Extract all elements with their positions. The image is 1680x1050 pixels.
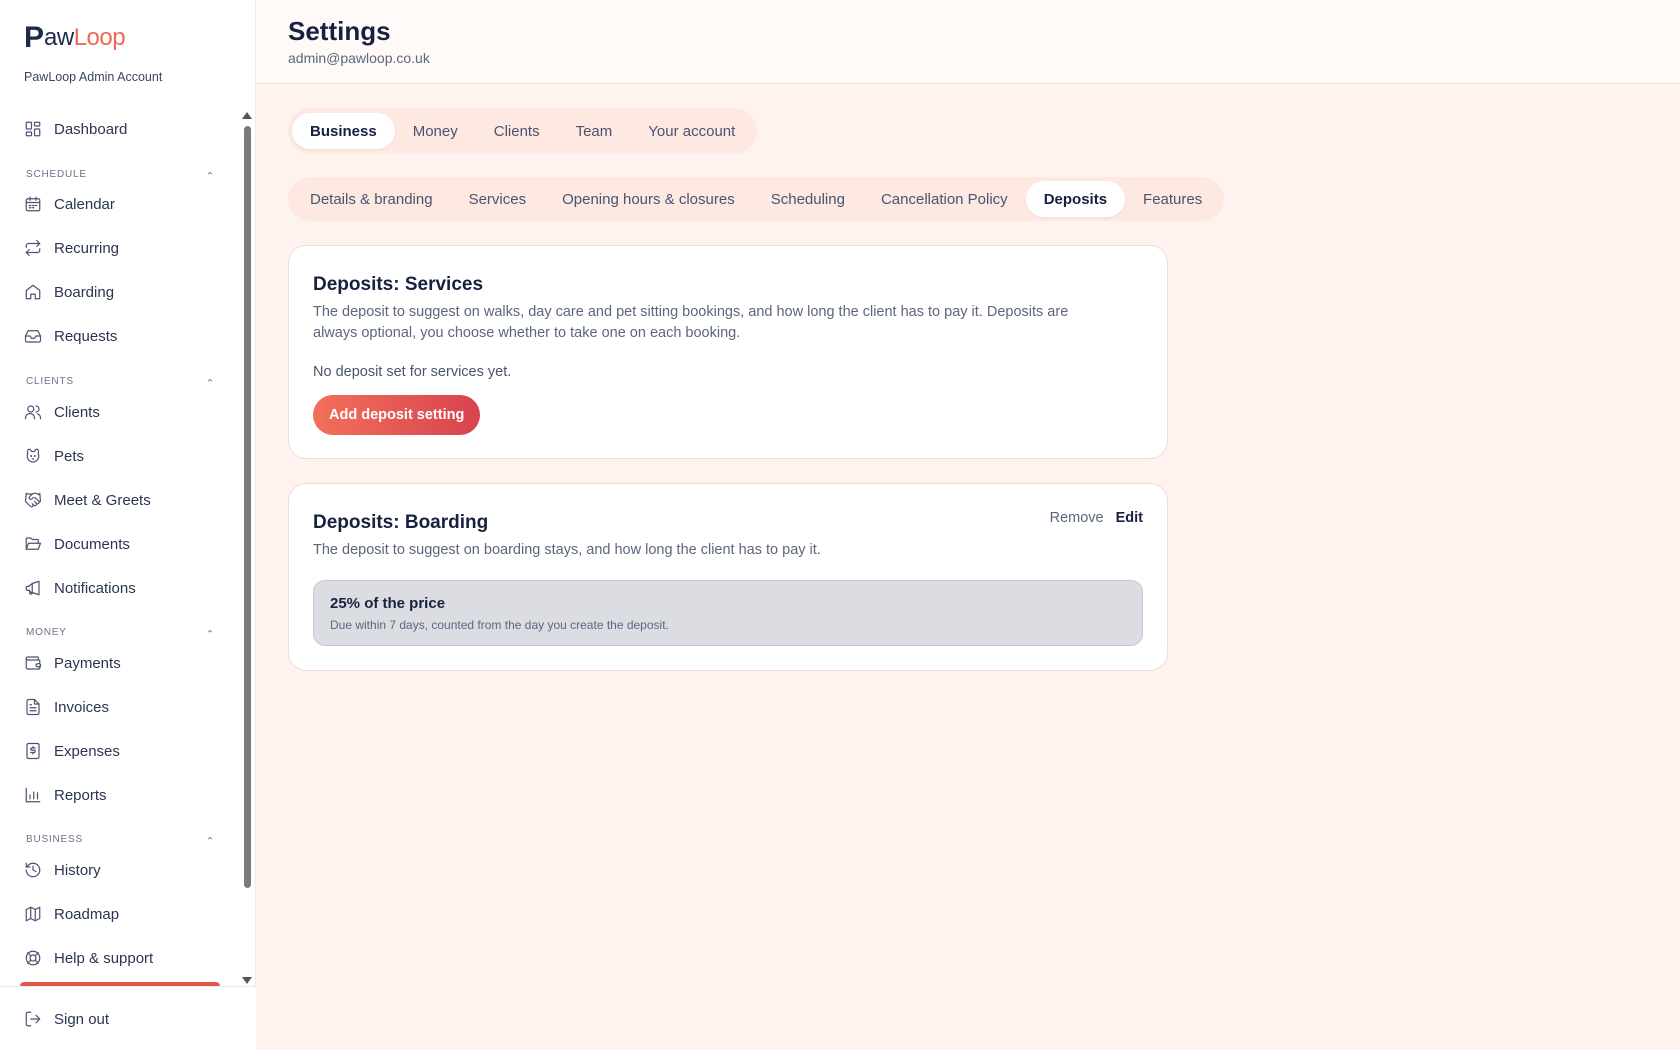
wallet-icon: [25, 656, 42, 670]
sidebar-item-reports[interactable]: Reports: [24, 781, 220, 809]
add-deposit-setting-button[interactable]: Add deposit setting: [313, 395, 481, 435]
tab-team[interactable]: Team: [558, 113, 631, 149]
deposit-amount: 25% of the price: [330, 595, 446, 612]
file-text-icon: [26, 698, 40, 716]
card-title: Deposits: Boarding: [313, 512, 489, 533]
sidebar-item-requests[interactable]: Requests: [24, 322, 220, 350]
chevron-up-icon: ⌄: [204, 168, 214, 180]
history-icon: [25, 862, 41, 878]
sidebar-nav: Dashboard SCHEDULE ⌄ Calendar Recurring B…: [0, 108, 238, 984]
deposit-setting-summary: 25% of the price Due within 7 days, coun…: [313, 580, 1143, 646]
bar-chart-icon: [25, 787, 41, 803]
tab-clients[interactable]: Clients: [476, 113, 558, 149]
tab-scheduling[interactable]: Scheduling: [753, 181, 863, 217]
repeat-icon: [25, 239, 41, 257]
sidebar-item-documents[interactable]: Documents: [24, 530, 220, 558]
sidebar-item-pets[interactable]: Pets: [24, 442, 220, 470]
remove-button[interactable]: Remove: [1050, 510, 1104, 526]
tab-money[interactable]: Money: [395, 113, 476, 149]
chevron-up-icon: ⌄: [204, 375, 214, 387]
home-icon: [25, 284, 41, 300]
edit-button[interactable]: Edit: [1116, 510, 1143, 526]
users-icon: [24, 405, 42, 420]
deposit-terms: Due within 7 days, counted from the day …: [330, 618, 669, 632]
empty-state-text: No deposit set for services yet.: [313, 364, 512, 380]
section-clients[interactable]: CLIENTS ⌄: [26, 373, 214, 389]
calendar-icon: [25, 196, 41, 212]
section-money[interactable]: MONEY ⌄: [26, 624, 214, 640]
tab-opening-hours[interactable]: Opening hours & closures: [544, 181, 753, 217]
card-actions: Remove Edit: [1050, 510, 1143, 526]
primary-tabs: Business Money Clients Team Your account: [288, 108, 758, 154]
scroll-down-arrow-icon[interactable]: [242, 977, 252, 984]
sidebar-item-boarding[interactable]: Boarding: [24, 278, 220, 306]
handshake-icon: [24, 492, 42, 508]
megaphone-icon: [25, 580, 40, 596]
scrollbar-thumb[interactable]: [244, 126, 251, 888]
sidebar-item-invoices[interactable]: Invoices: [24, 693, 220, 721]
tab-business[interactable]: Business: [292, 113, 395, 149]
sidebar-scrollbar[interactable]: [242, 112, 252, 984]
account-email: admin@pawloop.co.uk: [288, 50, 430, 66]
deposits-boarding-card: Deposits: Boarding Remove Edit The depos…: [288, 483, 1168, 671]
tab-cancellation-policy[interactable]: Cancellation Policy: [863, 181, 1026, 217]
tab-your-account[interactable]: Your account: [630, 113, 753, 149]
chevron-up-icon: ⌄: [204, 626, 214, 638]
map-icon: [25, 906, 41, 922]
sidebar: Paw Loop PawLoop Admin Account Dashboard …: [0, 0, 256, 1050]
sidebar-footer: Sign out: [0, 986, 256, 1050]
secondary-tabs: Details & branding Services Opening hour…: [288, 177, 1225, 221]
sidebar-item-payments[interactable]: Payments: [24, 649, 220, 677]
sidebar-item-notifications[interactable]: Notifications: [24, 574, 220, 602]
sidebar-item-calendar[interactable]: Calendar: [24, 190, 220, 218]
tab-details-branding[interactable]: Details & branding: [292, 181, 451, 217]
sidebar-item-dashboard[interactable]: Dashboard: [24, 115, 220, 143]
log-out-icon: [25, 1011, 41, 1027]
sidebar-item-clients[interactable]: Clients: [24, 398, 220, 426]
sidebar-item-meet-greets[interactable]: Meet & Greets: [24, 486, 220, 514]
pawloop-logo[interactable]: Paw Loop: [24, 22, 126, 54]
chevron-up-icon: ⌄: [204, 833, 214, 845]
section-schedule[interactable]: SCHEDULE ⌄: [26, 166, 214, 182]
sidebar-item-roadmap[interactable]: Roadmap: [24, 900, 220, 928]
card-title: Deposits: Services: [313, 274, 484, 295]
dog-icon: [26, 448, 40, 463]
receipt-dollar-icon: [26, 742, 40, 760]
tab-features[interactable]: Features: [1125, 181, 1220, 217]
section-business[interactable]: BUSINESS ⌄: [26, 831, 214, 847]
card-description: The deposit to suggest on boarding stays…: [313, 542, 821, 558]
scroll-up-arrow-icon[interactable]: [242, 112, 252, 119]
card-description: The deposit to suggest on walks, day car…: [313, 304, 1069, 341]
tab-deposits[interactable]: Deposits: [1025, 181, 1126, 217]
sidebar-item-history[interactable]: History: [24, 856, 220, 884]
sidebar-item-label: Dashboard: [54, 120, 128, 138]
page-title: Settings: [288, 16, 391, 46]
sidebar-item-help[interactable]: Help & support: [24, 944, 220, 972]
sign-out-button[interactable]: Sign out: [24, 1005, 220, 1033]
dashboard-icon: [25, 121, 41, 137]
tab-services[interactable]: Services: [451, 181, 545, 217]
folder-open-icon: [25, 537, 42, 550]
inbox-icon: [24, 330, 42, 343]
lifebuoy-icon: [25, 950, 41, 966]
page-header: Settings admin@pawloop.co.uk: [256, 0, 1680, 84]
sidebar-item-expenses[interactable]: Expenses: [24, 737, 220, 765]
account-name: PawLoop Admin Account: [24, 70, 163, 84]
deposits-services-card: Deposits: Services The deposit to sugges…: [288, 245, 1168, 459]
sidebar-item-recurring[interactable]: Recurring: [24, 234, 220, 262]
